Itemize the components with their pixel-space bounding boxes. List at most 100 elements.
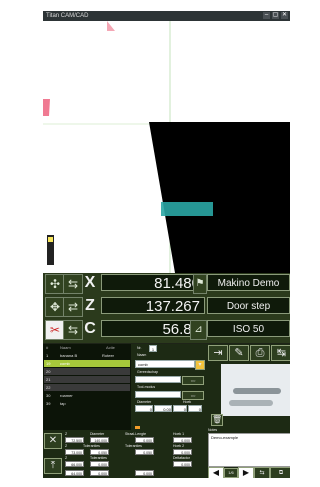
param-value-14[interactable]: 0.000	[135, 470, 154, 476]
page-indicator: 1/6	[224, 468, 238, 478]
param-label-6: Toleranties	[83, 444, 100, 448]
flag-icon[interactable]: ⚑	[193, 274, 207, 294]
toolpath-canvas	[43, 21, 290, 273]
type-selector[interactable]: ○○	[182, 376, 204, 385]
marker-top	[107, 21, 115, 31]
param-label-1: Z	[65, 432, 68, 436]
value-field-1[interactable]: 0	[135, 405, 153, 412]
param-value-8[interactable]: 0.000	[173, 449, 192, 455]
tool-mode-field[interactable]	[135, 391, 181, 398]
compare-icon[interactable]: ⇆	[254, 467, 270, 478]
param-label-11: Deltafactor	[173, 456, 190, 460]
marker-left	[43, 99, 50, 116]
mode-selector[interactable]: ○○	[182, 391, 204, 400]
offset-icon[interactable]: ⇆	[63, 274, 83, 294]
tool-type-field[interactable]	[135, 376, 181, 383]
minimize-button[interactable]: –	[263, 12, 270, 19]
jog-icon[interactable]: ✣	[45, 274, 65, 294]
dro-row-c: ✂ ⇆ C 56.88 ⊿ ISO 50	[43, 320, 290, 340]
value-field-3[interactable]: 0	[173, 405, 187, 412]
list-item-selected[interactable]: 19 comb	[44, 360, 130, 367]
diameter-label: Diameter	[137, 400, 152, 404]
axis-c-label: C	[84, 320, 96, 337]
tool-offset-icon[interactable]: ✕	[44, 433, 62, 449]
list-item[interactable]: 20	[44, 368, 130, 375]
program-name: Door step	[207, 297, 290, 314]
cross-arrows-icon[interactable]: ✥	[45, 297, 65, 317]
window-controls: – ▢ ✕	[263, 11, 288, 19]
window-title: Titan CAM/CAD	[46, 13, 89, 19]
dro-row-z: ✥ ⇄ Z 137.267 Door step	[43, 297, 290, 317]
graphics-viewport[interactable]	[43, 21, 290, 273]
tool-panel: # Naam Actie 1 banana B Roteer 19 comb 20 …	[43, 344, 290, 430]
tool-name-label: Naam	[137, 353, 147, 357]
axis-z-value: 137.267	[101, 297, 205, 315]
edit-icon[interactable]: ✎	[229, 345, 249, 361]
list-item[interactable]: 1 banana B Roteer	[44, 352, 130, 359]
param-label-4: Hoek 1	[173, 432, 185, 436]
dro-panel: ✣ ⇆ X 81.480 ⚑ Makino Demo ✥ ⇄ Z 137.267…	[43, 273, 290, 343]
axis-z-label: Z	[85, 297, 95, 314]
tool-type-label: Gereedschap	[137, 370, 159, 374]
layers-icon[interactable]: ⧉	[270, 467, 290, 478]
trash-icon[interactable]: 🗑	[211, 414, 223, 426]
transfer-icon[interactable]: ↹	[271, 345, 290, 361]
zoom-indicator	[48, 237, 53, 242]
notes-field[interactable]: Demo-example	[208, 433, 290, 467]
tool-mode-label: Tool-modus	[137, 385, 156, 389]
param-value-13[interactable]: 0.000	[90, 470, 109, 476]
list-item[interactable]: 22	[44, 384, 130, 391]
dro-row-x: ✣ ⇆ X 81.480 ⚑ Makino Demo	[43, 274, 290, 294]
list-item[interactable]: 21	[44, 376, 130, 383]
notes-text: Demo-example	[211, 435, 239, 440]
list-item[interactable]: 39 tap	[44, 400, 130, 407]
tool-number-field[interactable]: 1	[149, 345, 157, 352]
param-value-2[interactable]: 140.000	[90, 437, 109, 443]
param-value-12[interactable]: 64.000	[65, 470, 84, 476]
list-header: # Naam Actie	[46, 345, 115, 350]
tool-name-field[interactable]: comb	[135, 360, 195, 368]
param-label-2: Diameter	[90, 432, 105, 436]
maximize-button[interactable]: ▢	[272, 12, 279, 19]
tools-list[interactable]: # Naam Actie 1 banana B Roteer 19 comb 20 …	[43, 344, 131, 430]
tool-icon[interactable]: ✂	[45, 320, 65, 340]
param-value-9[interactable]: 66.000	[65, 461, 84, 467]
parameter-panel: ✕ ⤒ Z Diameter Straal-Lengte Hoek 1 72.5…	[43, 428, 290, 478]
print-icon[interactable]: ⎙	[250, 345, 270, 361]
tool-holder: ISO 50	[207, 320, 290, 337]
tool-number-label: Nr.	[137, 346, 142, 350]
offset-z-icon[interactable]: ⇄	[63, 297, 83, 317]
param-value-3[interactable]: 0.000	[135, 437, 154, 443]
param-value-7[interactable]: 0.050	[135, 449, 154, 455]
close-button[interactable]: ✕	[281, 12, 288, 19]
param-label-8: Hoek 2	[173, 444, 185, 448]
tool-preview-image	[221, 364, 290, 416]
param-value-6[interactable]: 0.050	[90, 449, 109, 455]
list-item[interactable]: 30 roamer	[44, 392, 130, 399]
export-icon[interactable]: ⇥	[208, 345, 228, 361]
prev-page-icon[interactable]: ◀	[208, 467, 224, 478]
param-label-10: Toleranties	[90, 456, 107, 460]
param-value-11[interactable]: 0.000	[173, 461, 192, 467]
param-label-9: Z	[65, 456, 68, 460]
z-offset-icon[interactable]: ⤒	[44, 458, 62, 474]
machine-name: Makino Demo	[207, 274, 290, 291]
title-bar: Titan CAM/CAD – ▢ ✕	[43, 11, 290, 21]
param-value-5[interactable]: 73.000	[65, 449, 84, 455]
param-label-3: Straal-Lengte	[125, 432, 147, 436]
toolpath-highlight	[161, 202, 213, 216]
axis-x-value: 81.480	[101, 274, 205, 292]
next-page-icon[interactable]: ▶	[238, 467, 254, 478]
axis-x-label: X	[84, 274, 96, 291]
param-label-7: Toleranties	[125, 444, 142, 448]
param-value-1[interactable]: 72.500	[65, 437, 84, 443]
param-label-5: Z	[65, 444, 68, 448]
value-field-4[interactable]: 0	[188, 405, 202, 412]
param-value-4[interactable]: 0.000	[173, 437, 192, 443]
angle-icon[interactable]: ⊿	[190, 320, 207, 340]
offset-c-icon[interactable]: ⇆	[63, 320, 83, 340]
angle-label: Hoek	[183, 400, 192, 404]
dropdown-chevron-icon[interactable]: ▾	[195, 360, 205, 370]
value-field-2[interactable]: 0.00	[154, 405, 172, 412]
param-value-10[interactable]: 0.000	[90, 461, 109, 467]
